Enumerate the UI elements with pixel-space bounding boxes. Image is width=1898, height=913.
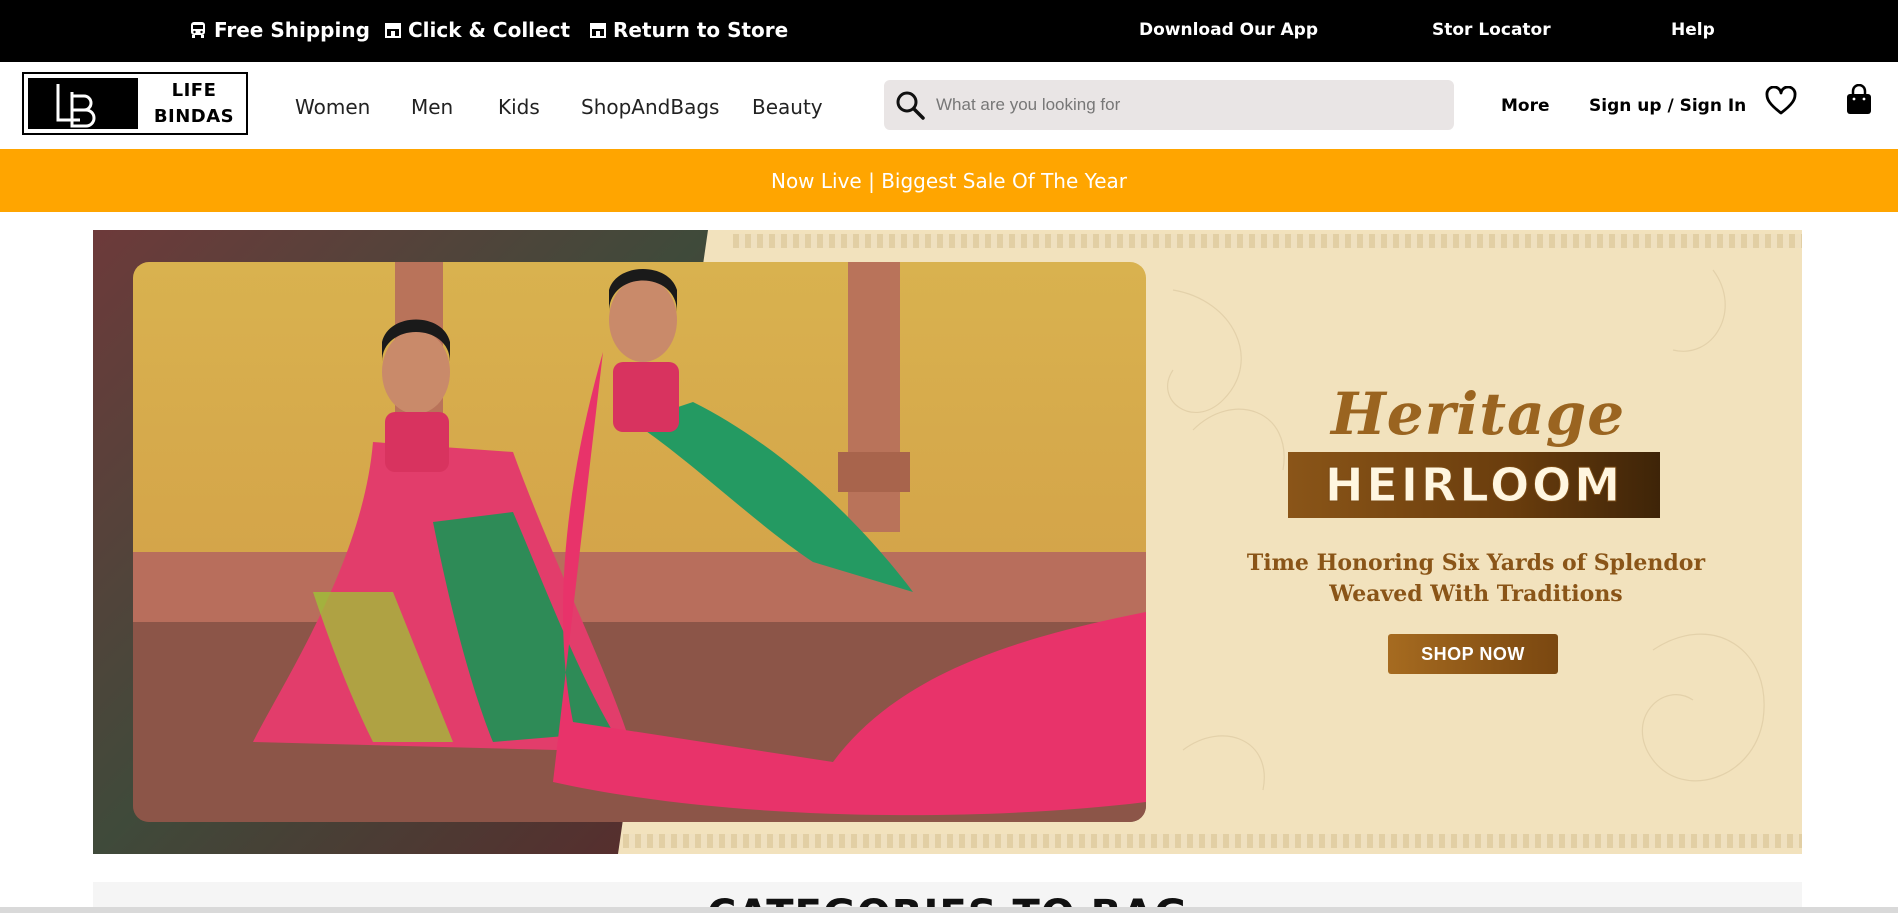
help-link[interactable]: Help [1671,20,1715,40]
perk-return-to-store[interactable]: Return to Store [589,18,788,42]
logo[interactable]: LIFE BINDAS [22,72,248,135]
perk-free-shipping[interactable]: Free Shipping [188,18,370,42]
main-nav: LIFE BINDAS Women Men Kids ShopAndBags B… [0,62,1898,149]
promo-banner[interactable]: Now Live | Biggest Sale Of The Year [0,149,1898,212]
logo-mark [28,78,138,129]
decorative-border [733,234,1802,248]
hero-title-block-text: HEIRLOOM [1324,458,1624,513]
search-bar [884,80,1454,130]
hero-tagline-line2: Weaved With Traditions [1329,581,1623,607]
perk-label: Click & Collect [408,18,571,42]
hero-tagline: Time Honoring Six Yards of Splendor Weav… [1221,548,1731,610]
hero-banner[interactable]: Heritage HEIRLOOM Time Honoring Six Yard… [93,230,1802,854]
perk-label: Return to Store [613,18,789,42]
logo-line1: LIFE [171,79,217,101]
promo-text: Now Live | Biggest Sale Of The Year [770,168,1127,193]
menu-women[interactable]: Women [295,95,370,119]
store-locator-link[interactable]: Stor Locator [1432,20,1551,40]
perk-click-collect[interactable]: Click & Collect [384,18,570,42]
store-icon [590,23,606,38]
page-bottom-divider [0,907,1898,913]
menu-kids[interactable]: Kids [498,95,540,119]
signin-link[interactable]: Sign up / Sign In [1589,96,1746,116]
bus-icon [191,22,205,38]
more-link[interactable]: More [1501,96,1550,116]
bag-icon[interactable] [1845,84,1873,116]
menu-men[interactable]: Men [411,95,453,119]
logo-line2: BINDAS [153,105,235,127]
menu-shopandbags[interactable]: ShopAndBags [581,95,719,119]
hero-tagline-line1: Time Honoring Six Yards of Splendor [1246,550,1706,576]
heart-icon[interactable] [1765,86,1797,116]
search-icon[interactable] [894,89,926,121]
shop-now-button[interactable]: SHOP NOW [1388,634,1558,674]
menu-beauty[interactable]: Beauty [752,95,823,119]
perk-label: Free Shipping [214,18,370,42]
hero-title-block: HEIRLOOM [1288,452,1660,518]
hero-title-script: Heritage [1331,380,1626,448]
decorative-border [623,834,1802,848]
top-bar: Free Shipping Click & Collect Return to … [0,0,1898,62]
download-app-link[interactable]: Download Our App [1139,20,1318,40]
logo-text: LIFE BINDAS [142,74,246,133]
store-icon [385,23,401,38]
search-input[interactable] [936,88,1436,122]
shop-now-label: SHOP NOW [1421,643,1525,664]
hero-image-models-in-sarees [133,262,1146,822]
